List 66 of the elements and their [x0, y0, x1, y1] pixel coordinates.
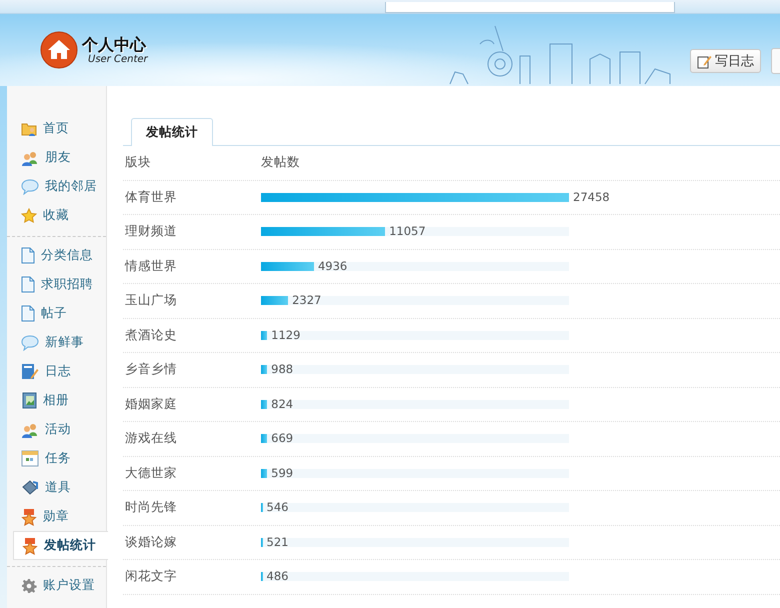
note-pencil-icon	[697, 54, 712, 68]
sidebar-item[interactable]: 求职招聘	[7, 270, 106, 299]
sidebar-item[interactable]: 相册	[7, 386, 106, 415]
medal-icon	[21, 508, 37, 526]
post-count: 669	[271, 431, 294, 446]
speech-bubble-icon	[21, 178, 39, 194]
write-diary-button[interactable]: 写日志	[690, 49, 761, 73]
sidebar-item[interactable]: 帖子	[7, 299, 106, 328]
people-icon	[21, 150, 39, 166]
house-logo-icon	[40, 31, 78, 69]
post-count: 521	[266, 534, 288, 550]
board-name: 时尚先锋	[125, 499, 178, 516]
sidebar-item[interactable]: 我的邻居	[7, 172, 106, 201]
settings-icon	[21, 578, 37, 594]
post-count: 2327	[292, 293, 322, 308]
sidebar-item[interactable]: 首页	[7, 114, 106, 143]
column-header: 发帖数	[261, 154, 300, 172]
medal-icon	[22, 536, 38, 554]
post-count: 599	[271, 466, 294, 481]
post-count: 486	[266, 569, 288, 584]
sidebar-item[interactable]: 活动	[7, 415, 106, 444]
board-name: 谈婚论嫁	[125, 534, 178, 551]
sidebar-item[interactable]: 任务	[7, 444, 106, 473]
notebook-pencil-icon	[21, 363, 39, 380]
post-count: 546	[266, 500, 288, 516]
post-count: 1129	[271, 328, 300, 343]
board-name: 游戏在线	[125, 430, 178, 448]
document-icon	[21, 305, 35, 322]
document-icon	[21, 247, 35, 264]
folder-person-icon	[21, 120, 37, 136]
post-count: 27458	[573, 190, 610, 205]
star-icon	[21, 208, 37, 224]
paint-bucket-icon	[21, 479, 39, 496]
sidebar-item[interactable]: 账户设置	[7, 571, 106, 600]
document-icon	[21, 276, 35, 293]
board-name: 煮酒论史	[125, 326, 178, 344]
column-header: 版块	[125, 154, 152, 172]
post-count: 11057	[389, 224, 426, 240]
board-name: 玉山广场	[125, 292, 178, 310]
tab[interactable]: 发帖统计	[131, 118, 213, 146]
sidebar-item[interactable]: 收藏	[7, 201, 106, 230]
board-name: 闲花文字	[125, 568, 178, 586]
board-name: 乡音乡情	[125, 361, 178, 378]
logo-subtitle: User Center	[88, 54, 148, 64]
sidebar-item[interactable]: 日志	[7, 357, 106, 386]
sidebar-item[interactable]: 朋友	[7, 143, 106, 172]
board-name: 理财频道	[125, 223, 178, 240]
header-button[interactable]	[771, 48, 780, 74]
logo-title: 个人中心	[82, 36, 148, 54]
photo-album-icon	[21, 392, 37, 409]
post-count: 824	[271, 396, 294, 412]
board-name: 体育世界	[125, 188, 178, 206]
sidebar-item[interactable]: 勋章	[7, 502, 106, 531]
calendar-icon	[21, 450, 39, 467]
board-name: 婚姻家庭	[125, 396, 178, 413]
post-count: 988	[271, 362, 294, 378]
sidebar-item[interactable]: 分类信息	[7, 241, 106, 270]
sidebar-item[interactable]: 发帖统计	[13, 531, 108, 560]
post-count: 4936	[318, 258, 348, 274]
sidebar-item[interactable]: 新鲜事	[7, 328, 106, 357]
speech-bubble-icon	[21, 334, 39, 350]
people-icon	[21, 422, 39, 438]
board-name: 情感世界	[125, 258, 178, 275]
board-name: 大德世家	[125, 464, 178, 482]
search-field[interactable]	[385, 2, 675, 13]
sidebar-item[interactable]: 道具	[7, 473, 106, 502]
